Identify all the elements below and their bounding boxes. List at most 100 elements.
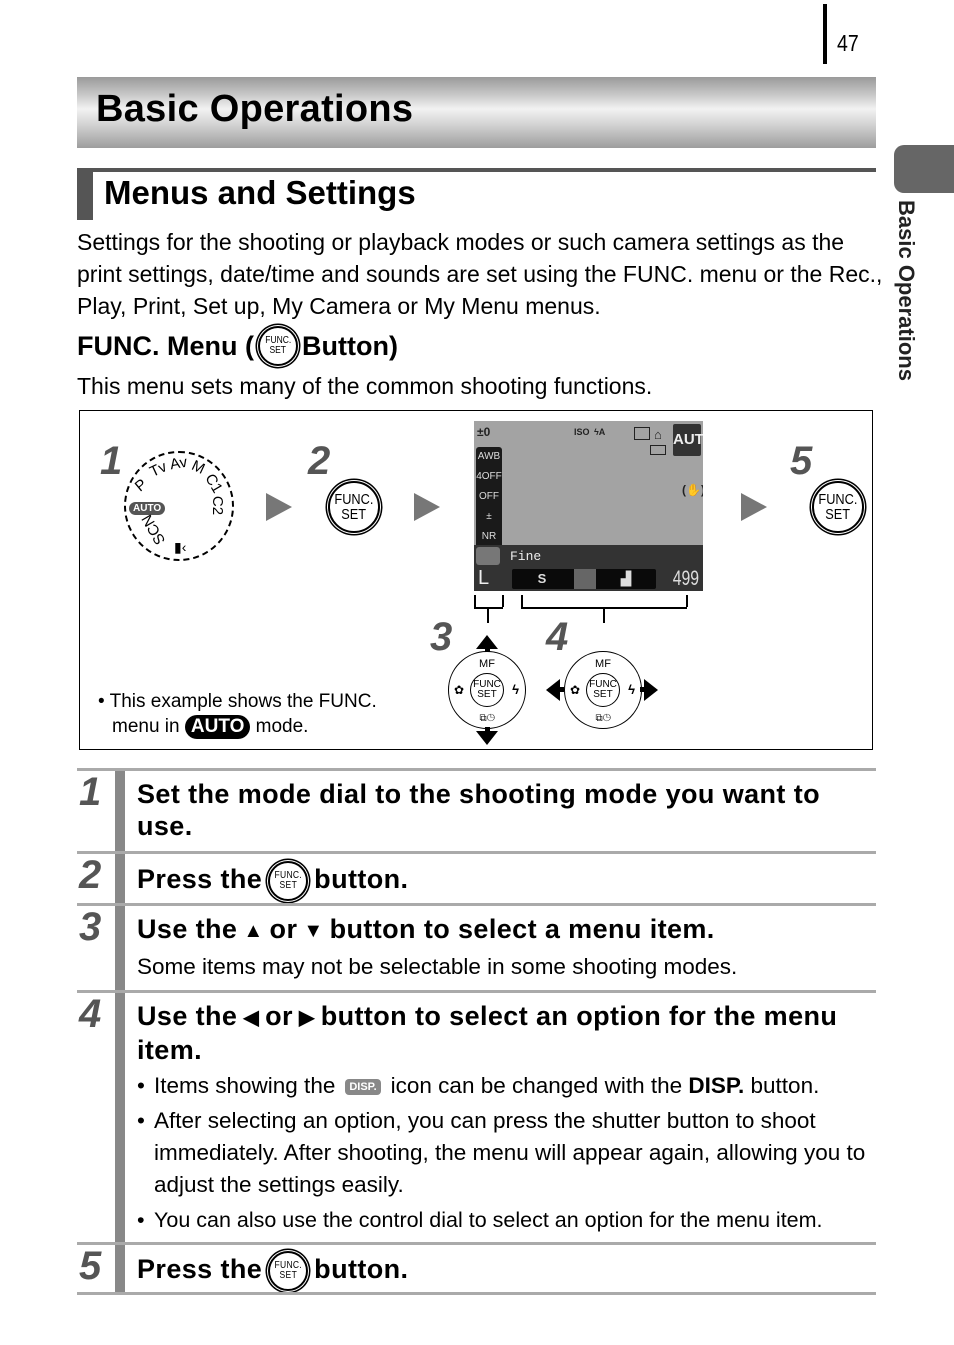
step-4: 4 Use the ◀ or ▶ button to select an option … (77, 990, 876, 1245)
bracket-line (502, 595, 504, 607)
func-heading-prefix: FUNC. Menu ( (77, 330, 254, 361)
step-2: 2 Press the FUNC. SET button. (77, 851, 876, 905)
func-menu-heading: FUNC. Menu ( FUNC. SET Button) (77, 326, 398, 366)
down-arrow-icon (476, 731, 498, 745)
step-rule (77, 1242, 876, 1245)
flash-icon: ϟ (512, 682, 519, 697)
lcd-item-exposure: ± (486, 511, 492, 522)
func-set-button-5: FUNC. SET (812, 481, 864, 533)
next-arrow-icon (414, 493, 440, 521)
bracket-line (603, 607, 605, 623)
side-tab-label: Basic Operations (893, 200, 933, 410)
dpad-func-set: FUNC SET (586, 673, 620, 707)
drive-timer-icon: ⧉◷ (595, 713, 611, 724)
dpad-mf-label: MF (595, 658, 611, 670)
figure-step-3: 3 (430, 615, 453, 659)
lcd-quality-options: S ▟ (512, 569, 656, 589)
func-menu-figure: 1 P Tv Av M C1 C2 AUTO SCN ▮‹ 2 FUNC. SET… (79, 410, 873, 750)
flash-icon: ϟ (628, 682, 635, 697)
down-button-icon: ▼ (303, 919, 324, 942)
movie-mode-icon: ▮‹ (174, 539, 187, 555)
lcd-quality-label: Fine (510, 549, 542, 564)
step-5: 5 Press the FUNC. SET button. (77, 1242, 876, 1295)
step-bar (115, 906, 125, 993)
lcd-item-awb: AWB (477, 451, 501, 462)
shots-remaining: 499 (672, 567, 699, 590)
step-title: Set the mode dial to the shooting mode y… (137, 779, 821, 841)
mode-dial-icon: P Tv Av M C1 C2 AUTO SCN ▮‹ (124, 451, 234, 561)
lcd-item-nr: NR (481, 531, 497, 542)
quality-fine-option (574, 569, 596, 589)
macro-icon: ✿ (454, 683, 465, 697)
step-bar (115, 854, 125, 905)
dial-label-c2: C2 (209, 495, 227, 516)
lcd-option-bar: L Fine S ▟ 499 (474, 545, 703, 591)
step-number: 4 (79, 992, 102, 1036)
bracket-line (686, 595, 688, 607)
lcd-ev: ±0 (477, 425, 491, 439)
shake-icon: (✋) (682, 483, 703, 497)
step-bar (115, 771, 125, 854)
side-tab-text: Basic Operations (894, 200, 919, 381)
step-title: Use the ◀ or ▶ button to select an option fo… (137, 1001, 838, 1065)
func-set-icon: FUNC. SET (257, 326, 298, 366)
lcd-item-flash: 4OFF (476, 471, 502, 482)
step-title: Press the FUNC. SET button. (137, 1251, 867, 1291)
step-rule (77, 990, 876, 993)
lcd-screen: ±0 ISO ϟA ⌂ AUTO (✋) AWB 4OFF OFF ± NR L… (474, 421, 703, 591)
lcd-item-bracket: OFF (479, 491, 499, 502)
dial-label-scn: SCN (138, 511, 170, 548)
flash-auto-icon: ϟA (594, 427, 606, 437)
left-button-icon: ◀ (243, 1006, 260, 1029)
right-arrow-icon (644, 679, 658, 701)
dial-label-c1: C1 (201, 470, 226, 497)
dial-label-m: M (188, 457, 208, 478)
step-number: 5 (79, 1244, 102, 1288)
figure-note: • This example shows the FUNC. menu in A… (98, 691, 377, 739)
bullet-item: Items showing theDISP.icon can be change… (137, 1070, 882, 1102)
dial-label-p: P (131, 475, 151, 496)
dial-label-av: Av (168, 453, 189, 474)
next-arrow-icon (266, 493, 292, 521)
right-button-icon: ▶ (298, 1006, 315, 1029)
func-set-button-2: FUNC. SET (328, 481, 380, 533)
step-title: Use the ▲ or ▼ button to select a menu item. (137, 913, 867, 947)
quality-normal-option: ▟ (621, 571, 631, 586)
macro-icon: ✿ (570, 683, 581, 697)
drive-single-icon (634, 427, 650, 440)
figure-step-4: 4 (546, 615, 569, 659)
step-rule (77, 768, 876, 771)
dpad-func-set: FUNC SET (470, 673, 504, 707)
bullet-item: You can also use the control dial to sel… (137, 1204, 882, 1236)
bracket-line (521, 595, 523, 607)
func-description: This menu sets many of the common shooti… (77, 373, 653, 399)
figure-note-line2: menu in (112, 716, 180, 737)
figure-step-2: 2 (308, 439, 331, 483)
page-number-bar (823, 4, 827, 64)
iso-auto-icon: ISO (574, 427, 590, 437)
battery-icon (650, 445, 666, 455)
dial-label-auto: AUTO (129, 502, 166, 515)
next-arrow-icon (741, 493, 767, 521)
bracket-line (487, 607, 489, 623)
figure-note-suffix: mode. (255, 716, 309, 737)
lcd-selected-item (476, 547, 500, 565)
bracket-line (474, 607, 503, 609)
step-1: 1 Set the mode dial to the shooting mode… (77, 768, 876, 854)
bracket-line (474, 595, 476, 607)
step-rule (77, 903, 876, 906)
auto-mode-icon: AUTO (184, 714, 251, 739)
control-dial-updown: MF ✿ FUNC SET ϟ ⧉◷ (448, 651, 526, 729)
step-bullets: Items showing theDISP.icon can be change… (137, 1070, 882, 1239)
func-heading-suffix: Button) (301, 330, 398, 361)
dpad-mf-label: MF (479, 658, 495, 670)
step-bar (115, 993, 125, 1245)
section-bar (77, 168, 93, 220)
section-rule (77, 168, 876, 172)
dial-label-tv: Tv (147, 458, 170, 481)
step-bar (115, 1245, 125, 1295)
side-tab (894, 145, 954, 193)
figure-step-1: 1 (100, 439, 123, 483)
step-rule (77, 851, 876, 854)
control-dial-leftright: MF ✿ FUNC SET ϟ ⧉◷ (564, 651, 642, 729)
